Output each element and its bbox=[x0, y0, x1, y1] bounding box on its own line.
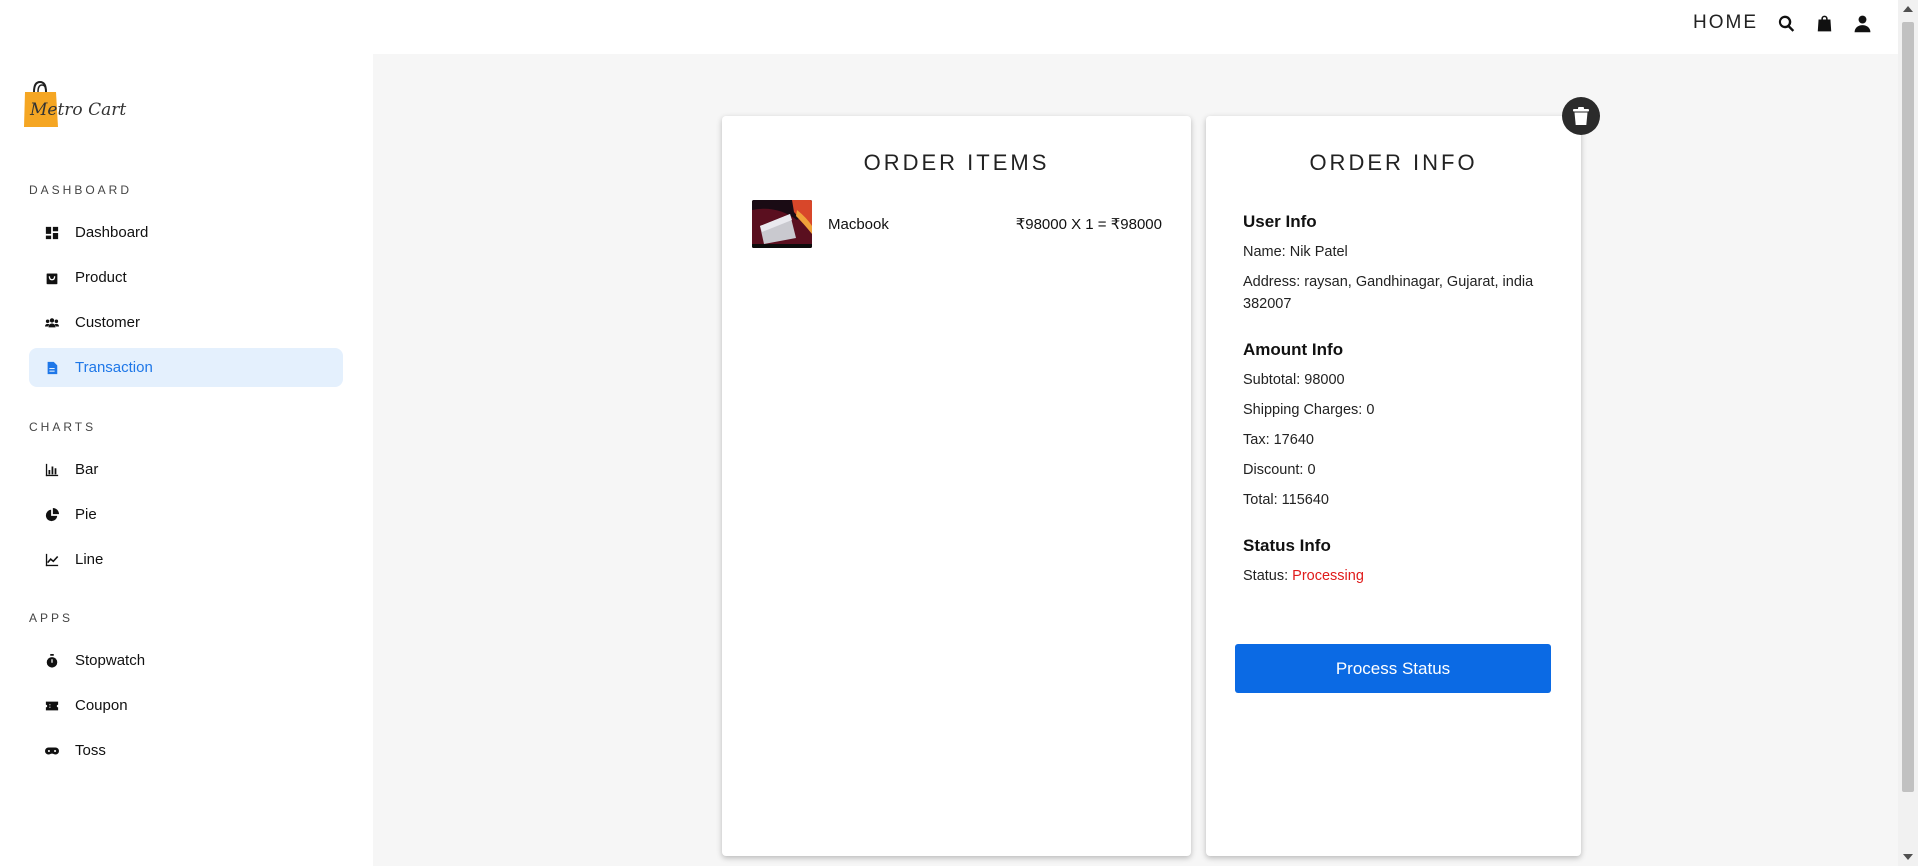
status-line: Status: Processing bbox=[1243, 565, 1563, 587]
top-nav: HOME bbox=[1693, 12, 1872, 34]
shipping-charges: Shipping Charges: 0 bbox=[1243, 402, 1375, 418]
order-item-price: ₹98000 X 1 = ₹98000 bbox=[1015, 216, 1162, 233]
sidebar-item-label: Toss bbox=[75, 742, 106, 759]
user-info-heading: User Info bbox=[1243, 212, 1317, 231]
home-link[interactable]: HOME bbox=[1693, 12, 1758, 34]
sidebar-item-label: Transaction bbox=[75, 359, 153, 376]
bag-icon bbox=[43, 269, 60, 286]
order-info-card: ORDER INFO User Info Name: Nik Patel Add… bbox=[1206, 116, 1581, 856]
sidebar-item-label: Dashboard bbox=[75, 224, 149, 241]
order-info-body: User Info Name: Nik Patel Address: raysa… bbox=[1243, 212, 1563, 612]
sidebar-item-label: Product bbox=[75, 269, 127, 286]
sidebar-item-line[interactable]: Line bbox=[29, 540, 343, 579]
sidebar-item-toss[interactable]: Toss bbox=[29, 731, 343, 770]
sidebar-item-label: Pie bbox=[75, 506, 97, 523]
sidebar-item-label: Stopwatch bbox=[75, 652, 146, 669]
amount-info-heading: Amount Info bbox=[1243, 340, 1344, 359]
vertical-scrollbar[interactable] bbox=[1898, 0, 1918, 866]
dashboard-icon bbox=[43, 224, 60, 241]
order-items-card: ORDER ITEMS Macbook ₹98000 X 1 = ₹98000 bbox=[722, 116, 1191, 856]
sidebar-item-product[interactable]: Product bbox=[29, 258, 343, 297]
sidebar-item-stopwatch[interactable]: Stopwatch bbox=[29, 641, 343, 680]
sidebar-item-transaction[interactable]: Transaction bbox=[29, 348, 343, 387]
delete-order-button[interactable] bbox=[1562, 97, 1600, 135]
user-address: Address: raysan, Gandhinagar, Gujarat, i… bbox=[1243, 274, 1534, 312]
order-info-title: ORDER INFO bbox=[1309, 150, 1478, 175]
section-title-dashboard: DASHBOARD bbox=[29, 183, 133, 197]
document-icon bbox=[43, 359, 60, 376]
sidebar-item-customer[interactable]: Customer bbox=[29, 303, 343, 342]
section-title-charts: CHARTS bbox=[29, 420, 97, 434]
user-name: Name: Nik Patel bbox=[1243, 244, 1348, 260]
user-icon[interactable] bbox=[1852, 13, 1872, 33]
scroll-down-arrow[interactable] bbox=[1903, 854, 1913, 860]
stopwatch-icon bbox=[43, 652, 60, 669]
bar-chart-icon bbox=[43, 461, 60, 478]
sidebar-item-label: Coupon bbox=[75, 697, 128, 714]
sidebar-item-label: Bar bbox=[75, 461, 99, 478]
metro-cart-logo[interactable]: Metro Cart bbox=[22, 80, 142, 130]
coupon-icon bbox=[43, 697, 60, 714]
discount: Discount: 0 bbox=[1243, 462, 1316, 478]
subtotal: Subtotal: 98000 bbox=[1243, 372, 1345, 388]
order-items-title: ORDER ITEMS bbox=[863, 150, 1050, 175]
main-content: ORDER ITEMS Macbook ₹98000 X 1 = ₹98000 … bbox=[373, 54, 1898, 866]
sidebar-item-pie[interactable]: Pie bbox=[29, 495, 343, 534]
sidebar-item-label: Customer bbox=[75, 314, 141, 331]
status-info-heading: Status Info bbox=[1243, 536, 1331, 555]
sidebar-item-coupon[interactable]: Coupon bbox=[29, 686, 343, 725]
sidebar-item-dashboard[interactable]: Dashboard bbox=[29, 213, 343, 252]
order-item-name: Macbook bbox=[828, 215, 889, 233]
total: Total: 115640 bbox=[1243, 492, 1329, 508]
user-info-group: User Info Name: Nik Patel Address: raysa… bbox=[1243, 212, 1563, 315]
macbook-thumbnail bbox=[752, 200, 812, 248]
status-info-group: Status Info Status: Processing bbox=[1243, 536, 1563, 587]
order-item-row: Macbook ₹98000 X 1 = ₹98000 bbox=[752, 200, 1162, 248]
sidebar-item-label: Line bbox=[75, 551, 104, 568]
search-icon[interactable] bbox=[1776, 13, 1796, 33]
top-header: HOME bbox=[0, 0, 1898, 54]
status-value: Processing bbox=[1292, 568, 1364, 584]
section-title-apps: APPS bbox=[29, 611, 74, 625]
line-chart-icon bbox=[43, 551, 60, 568]
scrollbar-thumb[interactable] bbox=[1902, 22, 1914, 792]
people-icon bbox=[43, 314, 60, 331]
gamepad-icon bbox=[43, 742, 60, 759]
trash-icon bbox=[1573, 107, 1589, 125]
amount-info-group: Amount Info Subtotal: 98000 Shipping Cha… bbox=[1243, 340, 1563, 511]
shopping-bag-icon[interactable] bbox=[1814, 13, 1834, 33]
scroll-up-arrow[interactable] bbox=[1903, 6, 1913, 12]
sidebar: Metro Cart DASHBOARD Dashboard Product C… bbox=[0, 54, 373, 866]
process-status-button[interactable]: Process Status bbox=[1235, 644, 1551, 693]
tax: Tax: 17640 bbox=[1243, 432, 1314, 448]
svg-text:Metro Cart: Metro Cart bbox=[29, 100, 126, 120]
sidebar-item-bar[interactable]: Bar bbox=[29, 450, 343, 489]
status-label: Status: bbox=[1243, 568, 1289, 584]
pie-chart-icon bbox=[43, 506, 60, 523]
